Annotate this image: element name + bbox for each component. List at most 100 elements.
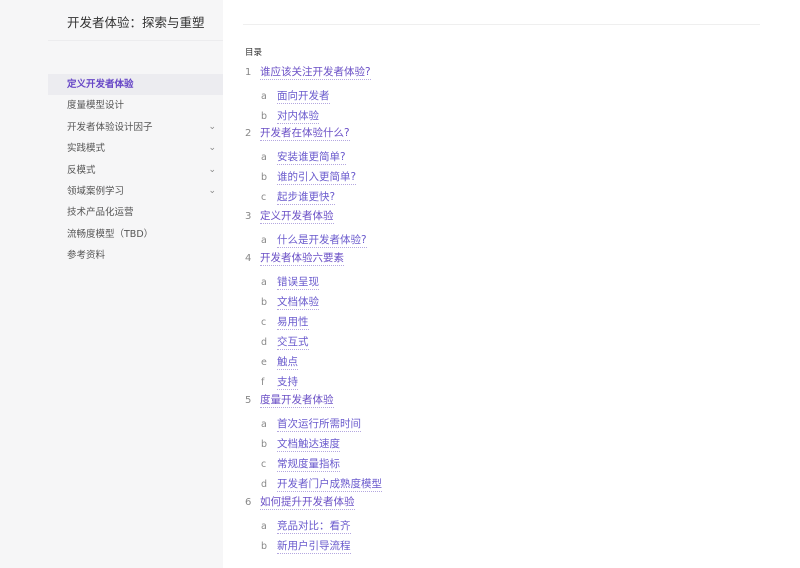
sidebar-item-label: 技术产品化运营	[67, 207, 134, 219]
toc-heading: 目录	[245, 48, 263, 58]
toc-section: 3 定义开发者体验	[245, 208, 334, 224]
toc-section: 4 开发者体验六要素	[245, 250, 344, 266]
toc-subsection-letter: c	[261, 459, 267, 470]
toc-subsection-link[interactable]: 新用户引导流程	[277, 540, 351, 554]
toc-subsection-letter: c	[261, 192, 267, 203]
toc-subsection: a 安装谁更简单?	[261, 149, 346, 165]
toc-subsection-letter: a	[261, 152, 267, 163]
toc-subsection: a 面向开发者	[261, 88, 330, 104]
toc-subsection-letter: f	[261, 377, 265, 388]
toc-section-number: 6	[245, 497, 252, 508]
toc-subsection-link[interactable]: 文档体验	[277, 296, 319, 310]
toc-subsection-letter: a	[261, 235, 267, 246]
chevron-down-icon[interactable]: ⌄	[208, 117, 216, 138]
toc-subsection-letter: b	[261, 111, 268, 122]
toc-subsection: c 起步谁更快?	[261, 189, 336, 205]
toc-subsection-link[interactable]: 错误呈现	[277, 276, 319, 290]
toc-section: 2 开发者在体验什么?	[245, 125, 350, 141]
toc-subsection-link[interactable]: 安装谁更简单?	[277, 151, 346, 165]
toc-subsection-letter: b	[261, 541, 268, 552]
toc-subsection: a 首次运行所需时间	[261, 416, 361, 432]
sidebar-divider	[48, 40, 223, 41]
toc-subsection-letter: d	[261, 337, 268, 348]
toc-subsection-letter: a	[261, 419, 267, 430]
sidebar-item[interactable]: 参考资料	[48, 245, 223, 266]
toc-subsection: a 竞品对比：看齐	[261, 518, 351, 534]
main-content: 目录 1 谁应该关注开发者体验? a 面向开发者 b 对内体验 2 开发者在体验什么? a 安装谁…	[223, 0, 800, 568]
toc-subsection: c 易用性	[261, 314, 309, 330]
chevron-down-icon[interactable]: ⌄	[208, 181, 216, 202]
sidebar-nav: 定义开发者体验 度量模型设计开发者体验设计因子 ⌄ 实践模式 ⌄ 反模式 ⌄ 领域案例学习 ⌄ 技…	[48, 74, 223, 267]
toc-section-number: 1	[245, 67, 252, 78]
toc-subsection: a 错误呈现	[261, 274, 319, 290]
toc-section-number: 2	[245, 128, 252, 139]
toc-subsection-link[interactable]: 面向开发者	[277, 90, 330, 104]
toc-subsection-letter: d	[261, 479, 268, 490]
sidebar-item[interactable]: 技术产品化运营	[48, 202, 223, 223]
top-divider	[243, 24, 760, 25]
book-title[interactable]: 开发者体验：探索与重塑	[67, 12, 205, 31]
sidebar-item[interactable]: 定义开发者体验	[48, 74, 223, 96]
toc-subsection-letter: a	[261, 277, 267, 288]
sidebar: 开发者体验：探索与重塑 定义开发者体验 度量模型设计开发者体验设计因子 ⌄ 实践模式 ⌄…	[0, 0, 223, 568]
toc-subsection-link[interactable]: 起步谁更快?	[277, 191, 336, 205]
toc-subsection-link[interactable]: 常规度量指标	[277, 458, 340, 472]
toc-subsection-link[interactable]: 交互式	[277, 336, 309, 350]
toc-section: 6 如何提升开发者体验	[245, 494, 355, 510]
toc-subsection: b 新用户引导流程	[261, 538, 351, 554]
toc-subsection-link[interactable]: 触点	[277, 356, 298, 370]
toc-section-link[interactable]: 定义开发者体验	[260, 210, 334, 224]
toc-subsection: b 文档触达速度	[261, 436, 340, 452]
sidebar-item-label: 领域案例学习	[67, 185, 125, 197]
toc-subsection-link[interactable]: 支持	[277, 376, 298, 390]
sidebar-item-label: 开发者体验设计因子	[67, 121, 153, 133]
toc-subsection-link[interactable]: 开发者门户成熟度模型	[277, 478, 382, 492]
toc-subsection: c 常规度量指标	[261, 456, 340, 472]
toc-section-number: 5	[245, 395, 252, 406]
toc-subsection: f 支持	[261, 374, 298, 390]
toc-section-number: 3	[245, 211, 252, 222]
sidebar-item-label: 流畅度模型（TBD）	[67, 228, 154, 240]
toc-section-link[interactable]: 如何提升开发者体验	[260, 496, 355, 510]
sidebar-item[interactable]: 实践模式 ⌄	[48, 138, 223, 159]
toc-subsection-link[interactable]: 什么是开发者体验?	[277, 234, 367, 248]
toc-subsection-letter: e	[261, 357, 267, 368]
toc-subsection: d 交互式	[261, 334, 309, 350]
toc-subsection-link[interactable]: 竞品对比：看齐	[277, 520, 351, 534]
toc-section: 5 度量开发者体验	[245, 392, 334, 408]
toc-section-link[interactable]: 开发者体验六要素	[260, 252, 344, 266]
sidebar-item-label: 定义开发者体验	[67, 79, 134, 90]
sidebar-item-label: 参考资料	[67, 250, 106, 262]
sidebar-item[interactable]: 开发者体验设计因子 ⌄	[48, 117, 223, 138]
toc-subsection-letter: b	[261, 172, 268, 183]
toc-section-link[interactable]: 谁应该关注开发者体验?	[260, 66, 371, 80]
toc-subsection: d 开发者门户成熟度模型	[261, 476, 382, 492]
toc-subsection-letter: a	[261, 91, 267, 102]
toc-subsection-link[interactable]: 首次运行所需时间	[277, 418, 361, 432]
sidebar-item[interactable]: 反模式 ⌄	[48, 160, 223, 181]
toc-subsection-letter: a	[261, 521, 267, 532]
toc-subsection: b 谁的引入更简单?	[261, 169, 357, 185]
sidebar-item-label: 实践模式	[67, 143, 106, 155]
chevron-down-icon[interactable]: ⌄	[208, 160, 216, 181]
toc-subsection-letter: b	[261, 297, 268, 308]
sidebar-item[interactable]: 领域案例学习 ⌄	[48, 181, 223, 202]
sidebar-item[interactable]: 流畅度模型（TBD）	[48, 224, 223, 245]
toc-section-link[interactable]: 度量开发者体验	[260, 394, 334, 408]
toc-subsection-link[interactable]: 谁的引入更简单?	[277, 171, 357, 185]
toc-subsection-link[interactable]: 对内体验	[277, 110, 319, 124]
toc-section-link[interactable]: 开发者在体验什么?	[260, 127, 350, 141]
toc-subsection-link[interactable]: 文档触达速度	[277, 438, 340, 452]
toc-subsection: a 什么是开发者体验?	[261, 232, 367, 248]
sidebar-item-label: 反模式	[67, 164, 96, 176]
toc-subsection-letter: b	[261, 439, 268, 450]
toc-subsection-letter: c	[261, 317, 267, 328]
toc-subsection: b 对内体验	[261, 108, 319, 124]
toc-subsection-link[interactable]: 易用性	[277, 316, 309, 330]
chevron-down-icon[interactable]: ⌄	[208, 138, 216, 159]
toc-subsection: e 触点	[261, 354, 298, 370]
sidebar-item-label: 度量模型设计	[67, 100, 125, 112]
sidebar-item[interactable]: 度量模型设计	[48, 95, 223, 116]
toc-subsection: b 文档体验	[261, 294, 319, 310]
toc-section: 1 谁应该关注开发者体验?	[245, 64, 371, 80]
